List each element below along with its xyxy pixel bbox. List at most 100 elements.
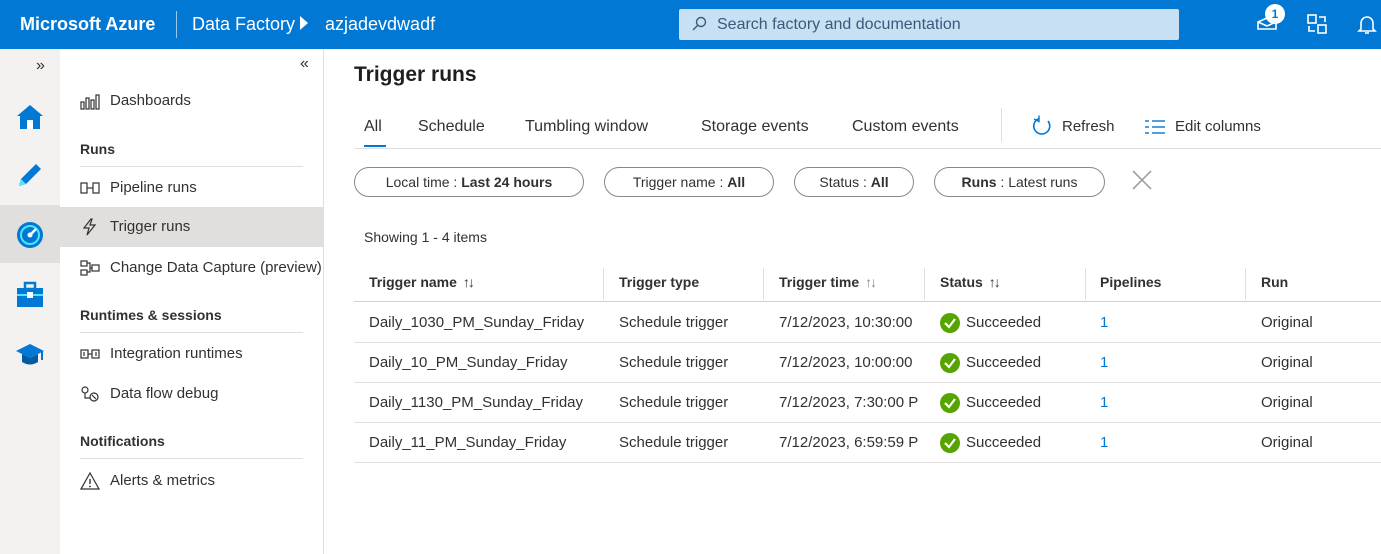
column-header-pipelines[interactable]: Pipelines	[1100, 266, 1161, 302]
refresh-button[interactable]: Refresh	[1062, 118, 1115, 135]
brand-link[interactable]: Microsoft Azure	[20, 14, 155, 35]
filter-trigger-name-value: All	[727, 174, 746, 190]
filter-runs-value: : Latest runs	[996, 174, 1078, 190]
filter-runs[interactable]: Runs : Latest runs	[934, 167, 1105, 197]
column-header-run[interactable]: Run	[1261, 266, 1288, 302]
collapse-nav-icon[interactable]: «	[300, 55, 309, 73]
column-label: Pipelines	[1100, 274, 1162, 290]
nav-data-flow-debug-label: Data flow debug	[110, 385, 219, 402]
learning-hat-icon	[16, 344, 44, 365]
tab-schedule[interactable]: Schedule	[418, 118, 485, 136]
tab-custom-events[interactable]: Custom events	[852, 118, 959, 136]
nav-section-runtimes: Runtimes & sessions	[80, 307, 222, 323]
sort-icon[interactable]: ↑↓	[865, 274, 877, 290]
clear-filters-icon[interactable]	[1130, 168, 1154, 192]
monitor-icon	[17, 222, 43, 248]
sort-icon[interactable]: ↑↓	[463, 274, 475, 290]
column-separator[interactable]	[763, 268, 764, 300]
cell-trigger-type: Schedule trigger	[619, 394, 729, 411]
tabs-divider	[354, 148, 1381, 149]
warning-triangle-icon	[80, 472, 100, 490]
column-header-trigger-type[interactable]: Trigger type	[619, 266, 699, 302]
column-separator[interactable]	[603, 268, 604, 300]
top-bar: Microsoft Azure Data Factory azjadevdwad…	[0, 0, 1381, 49]
nav-pipeline-runs[interactable]: Pipeline runs	[60, 168, 323, 208]
table-row[interactable]: Daily_1130_PM_Sunday_Friday Schedule tri…	[354, 383, 1381, 423]
nav-section-runs: Runs	[80, 141, 115, 157]
rail-manage[interactable]	[0, 265, 60, 323]
nav-dashboards[interactable]: Dashboards	[60, 81, 323, 121]
home-icon	[17, 105, 43, 129]
cell-status: Succeeded	[966, 314, 1042, 331]
filter-local-time[interactable]: Local time : Last 24 hours	[354, 167, 584, 197]
column-header-trigger-name[interactable]: Trigger name ↑↓	[369, 266, 475, 302]
nav-trigger-runs-label: Trigger runs	[110, 218, 191, 235]
column-separator[interactable]	[924, 268, 925, 300]
column-header-trigger-time[interactable]: Trigger time ↑↓	[779, 266, 877, 302]
cell-trigger-time: 7/12/2023, 10:00:00	[779, 354, 913, 371]
cell-trigger-name: Daily_1030_PM_Sunday_Friday	[369, 314, 585, 331]
author-pencil-icon	[19, 164, 41, 186]
column-header-status[interactable]: Status ↑↓	[940, 266, 1001, 302]
filter-status-value: All	[870, 174, 889, 190]
cell-trigger-name: Daily_10_PM_Sunday_Friday	[369, 354, 568, 371]
filter-trigger-name[interactable]: Trigger name : All	[604, 167, 774, 197]
cell-run: Original	[1261, 434, 1313, 451]
refresh-icon[interactable]	[1031, 115, 1053, 137]
column-separator[interactable]	[1085, 268, 1086, 300]
cell-status: Succeeded	[966, 354, 1042, 371]
tab-all[interactable]: All	[364, 118, 382, 136]
nav-data-flow-debug[interactable]: Data flow debug	[60, 374, 323, 414]
sort-icon[interactable]: ↑↓	[989, 274, 1001, 290]
filter-status[interactable]: Status : All	[794, 167, 914, 197]
success-check-icon	[940, 393, 960, 413]
active-tab-indicator	[364, 145, 386, 147]
table-row[interactable]: Daily_1030_PM_Sunday_Friday Schedule tri…	[354, 303, 1381, 343]
filter-status-key: Status :	[819, 174, 871, 190]
table-row[interactable]: Daily_10_PM_Sunday_Friday Schedule trigg…	[354, 343, 1381, 383]
switch-directory-icon[interactable]	[1305, 12, 1329, 36]
nav-trigger-runs[interactable]: Trigger runs	[60, 207, 323, 247]
cell-pipelines-link[interactable]: 1	[1100, 423, 1108, 463]
rail-home[interactable]	[0, 87, 60, 145]
cell-run: Original	[1261, 394, 1313, 411]
edit-columns-icon[interactable]	[1144, 119, 1166, 135]
nav-dashboards-label: Dashboards	[110, 92, 191, 109]
search-input[interactable]: Search factory and documentation	[679, 9, 1179, 40]
expand-rail-icon[interactable]: »	[36, 57, 45, 75]
cell-pipelines-link[interactable]: 1	[1100, 303, 1108, 343]
edit-columns-button[interactable]: Edit columns	[1175, 118, 1261, 135]
dashboard-chart-icon	[80, 94, 100, 110]
tab-tumbling-window[interactable]: Tumbling window	[525, 118, 648, 136]
app-name[interactable]: Data Factory	[192, 14, 295, 35]
lightning-icon	[82, 218, 97, 236]
nav-pipeline-runs-label: Pipeline runs	[110, 179, 197, 196]
nav-change-data-capture[interactable]: Change Data Capture (preview)	[60, 248, 323, 288]
cell-pipelines-link[interactable]: 1	[1100, 343, 1108, 383]
cell-pipelines-link[interactable]: 1	[1100, 383, 1108, 423]
cell-trigger-type: Schedule trigger	[619, 314, 729, 331]
column-label: Trigger name	[369, 274, 457, 290]
tab-storage-events[interactable]: Storage events	[701, 118, 809, 136]
rail-monitor[interactable]	[0, 205, 60, 263]
table-row[interactable]: Daily_11_PM_Sunday_Friday Schedule trigg…	[354, 423, 1381, 463]
cell-trigger-time: 7/12/2023, 10:30:00	[779, 314, 913, 331]
column-separator[interactable]	[1245, 268, 1246, 300]
rail-author[interactable]	[0, 145, 60, 203]
brand-divider	[176, 11, 177, 38]
rail-learning[interactable]	[0, 325, 60, 383]
factory-name[interactable]: azjadevdwadf	[325, 14, 435, 35]
main-content: Trigger runs All Schedule Tumbling windo…	[324, 49, 1381, 554]
cell-status: Succeeded	[966, 394, 1042, 411]
monitor-nav-pane: « Dashboards Runs Pipeline runs Trigger …	[60, 49, 324, 554]
toolbar-separator	[1001, 108, 1002, 142]
activity-rail: »	[0, 49, 60, 554]
bell-icon[interactable]	[1355, 12, 1379, 36]
filter-local-time-key: Local time :	[385, 174, 462, 190]
pipeline-icon	[80, 182, 100, 194]
nav-alerts-metrics[interactable]: Alerts & metrics	[60, 461, 323, 501]
nav-integration-runtimes[interactable]: Integration runtimes	[60, 334, 323, 374]
nav-divider	[80, 458, 303, 459]
column-label: Status	[940, 274, 983, 290]
search-icon	[692, 16, 707, 31]
